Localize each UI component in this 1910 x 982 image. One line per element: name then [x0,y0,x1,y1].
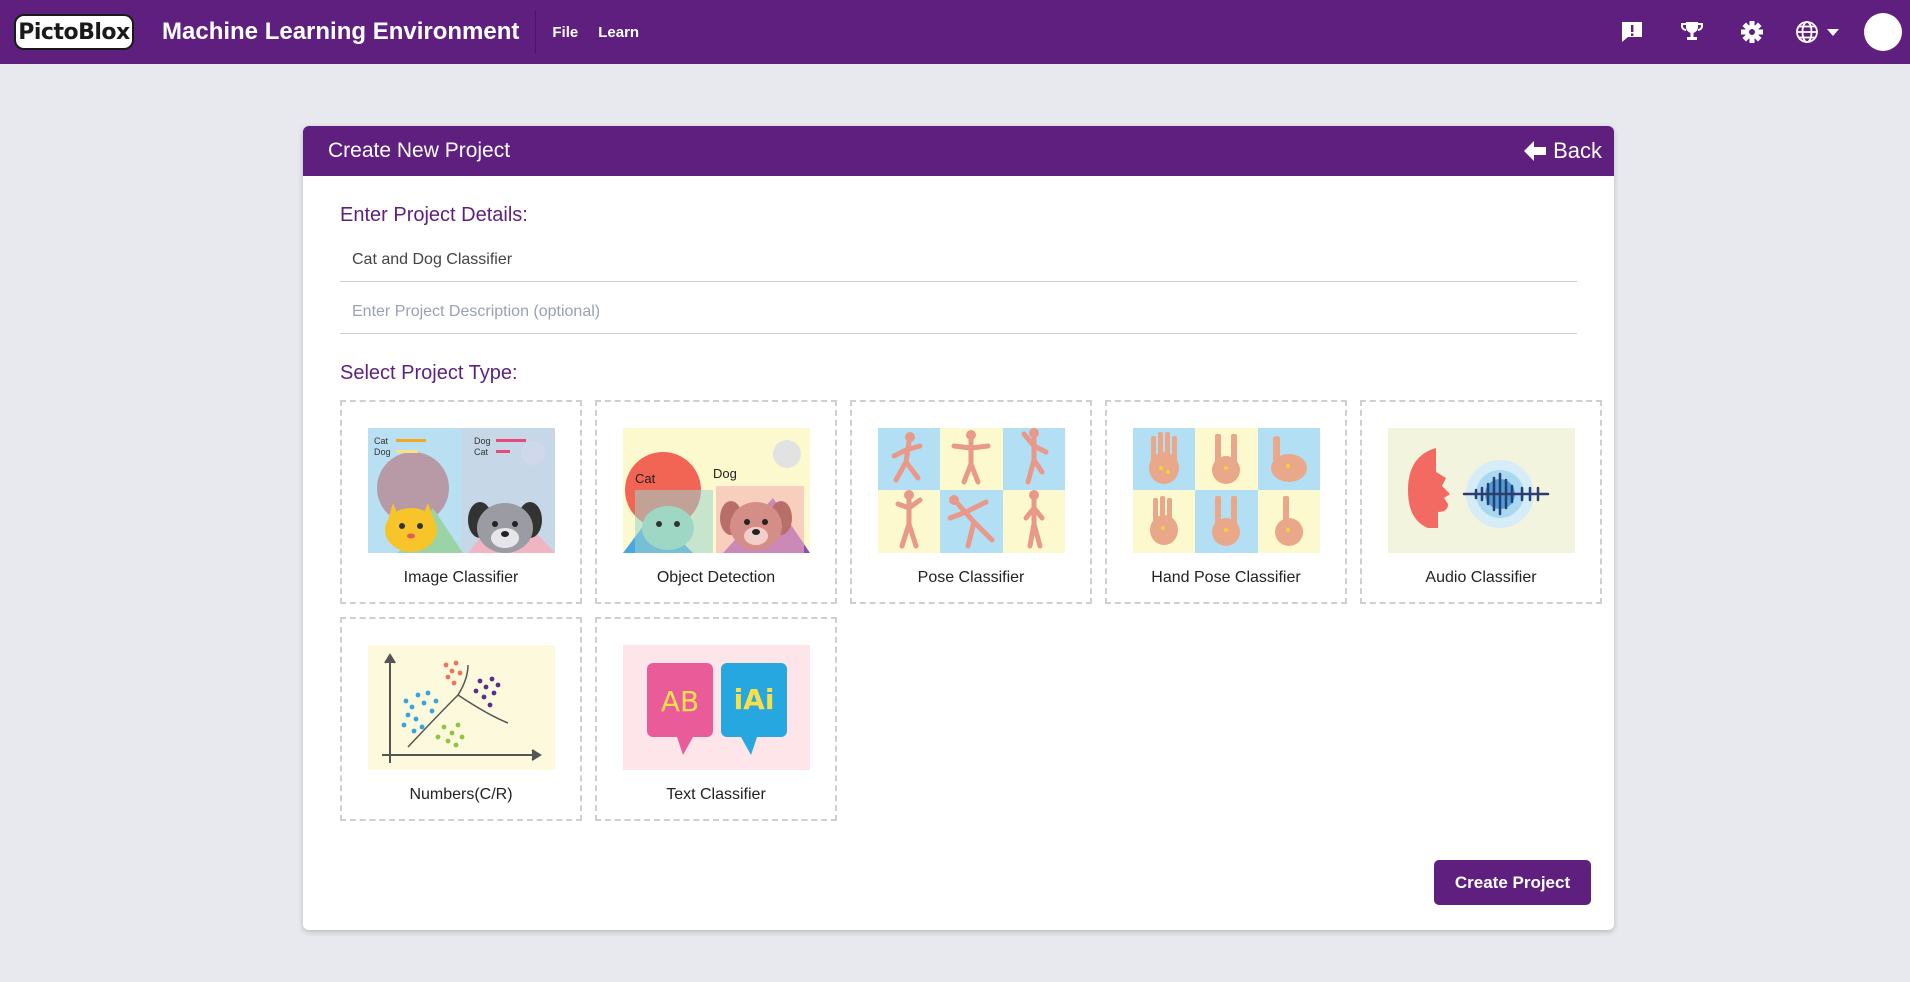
image-classifier-thumbnail: Cat Dog Dog Cat [368,428,555,553]
menu-file[interactable]: File [552,24,578,41]
svg-text:AB: AB [661,685,699,718]
svg-text:Dog: Dog [713,466,737,481]
arrow-left-icon [1524,141,1547,161]
feedback-icon[interactable] [1612,12,1652,52]
text-classifier-thumbnail: AB iAi [623,645,810,770]
project-type-pose-classifier[interactable]: Pose Classifier [850,400,1092,604]
tile-label: Image Classifier [403,569,519,586]
pose-classifier-thumbnail [878,428,1065,553]
tile-label: Numbers(C/R) [409,786,513,803]
project-type-audio-classifier[interactable]: Audio Classifier [1360,400,1602,604]
svg-text:Cat: Cat [374,436,389,446]
project-description-input[interactable] [340,290,1577,334]
audio-classifier-thumbnail [1388,428,1575,553]
project-details-label: Enter Project Details: [340,204,528,226]
card-title: Create New Project [328,139,511,162]
project-type-text-classifier[interactable]: AB iAi Text Classifier [595,617,837,821]
project-type-numbers-classifier[interactable]: Numbers(C/R) [340,617,582,821]
top-bar: PictoBlox Machine Learning Environment F… [0,0,1910,64]
tile-label: Object Detection [656,569,776,586]
card-header: Create New Project Back [303,126,1614,176]
svg-text:Dog: Dog [374,447,391,457]
svg-text:Dog: Dog [474,436,491,446]
object-detection-thumbnail: Cat Dog [623,428,810,553]
top-bar-actions [1592,0,1902,64]
app-title: Machine Learning Environment [162,18,520,45]
project-type-label: Select Project Type: [340,362,518,384]
create-project-button[interactable]: Create Project [1434,860,1591,905]
trophy-icon[interactable] [1672,12,1712,52]
hand-pose-classifier-thumbnail [1133,428,1320,553]
svg-text:iAi: iAi [734,683,775,716]
project-name-input[interactable] [340,238,1577,282]
menu-learn[interactable]: Learn [598,24,639,41]
settings-gear-icon[interactable] [1732,12,1772,52]
tile-label: Audio Classifier [1425,569,1537,586]
project-type-image-classifier[interactable]: Cat Dog Dog Cat Image Classifier [340,400,582,604]
project-type-object-detection[interactable]: Cat Dog Object Detection [595,400,837,604]
user-avatar[interactable] [1864,13,1902,51]
pictoblox-logo[interactable]: PictoBlox [14,14,134,50]
back-button[interactable]: Back [1523,138,1602,164]
tile-label: Text Classifier [666,786,766,803]
svg-text:Cat: Cat [474,447,489,457]
svg-text:Cat: Cat [635,471,656,486]
tile-label: Hand Pose Classifier [1151,569,1301,586]
back-label: Back [1553,138,1602,163]
divider [535,10,537,54]
project-type-hand-pose-classifier[interactable]: Hand Pose Classifier [1105,400,1347,604]
language-globe-icon[interactable] [1792,12,1848,52]
numbers-classifier-thumbnail [368,645,555,770]
tile-label: Pose Classifier [917,569,1025,586]
create-project-card: Create New Project Back Enter Project De… [303,126,1614,930]
